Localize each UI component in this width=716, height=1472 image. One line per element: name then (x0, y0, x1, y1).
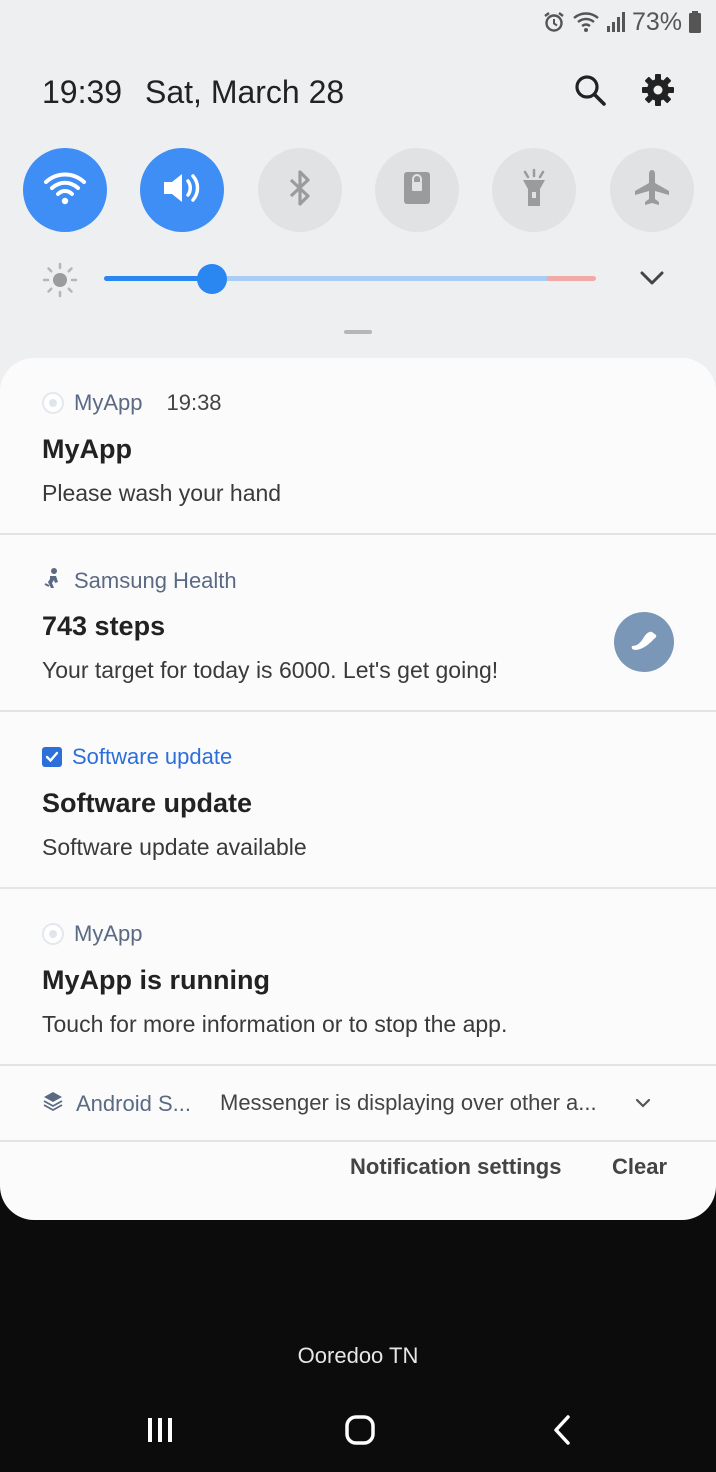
wifi-toggle[interactable] (23, 148, 107, 232)
lock-icon (402, 170, 432, 211)
steps-action-button[interactable] (614, 612, 674, 672)
recents-button[interactable] (130, 1408, 190, 1456)
home-icon (344, 1414, 376, 1451)
signal-icon (606, 11, 626, 33)
notification-card[interactable]: Software update Software update Software… (0, 712, 716, 889)
notification-card[interactable]: Samsung Health 743 steps Your target for… (0, 535, 716, 712)
notification-app-name: Software update (72, 744, 233, 769)
airplane-icon (632, 168, 672, 213)
notification-card[interactable]: MyApp MyApp is running Touch for more in… (0, 889, 716, 1066)
app-circle-icon (42, 392, 64, 414)
date: Sat, March 28 (145, 74, 345, 110)
flashlight-toggle[interactable] (492, 148, 576, 232)
clear-button[interactable]: Clear (612, 1154, 667, 1180)
notification-text: Please wash your hand (42, 480, 282, 506)
flashlight-icon (519, 168, 549, 213)
chevron-down-icon[interactable] (634, 1096, 652, 1114)
notification-header: MyApp 19:38 (42, 390, 222, 416)
notification-header: Software update (42, 744, 232, 770)
shoe-icon (628, 626, 660, 659)
checkbox-icon (42, 747, 62, 767)
bluetooth-toggle[interactable] (258, 148, 342, 232)
bluetooth-icon (285, 169, 315, 212)
notification-title: MyApp (42, 434, 132, 464)
notification-header: MyApp (42, 921, 142, 947)
battery-percent: 73% (631, 7, 682, 36)
battery-icon (688, 10, 702, 34)
notification-app-name: Samsung Health (74, 568, 237, 593)
notification-app-name: MyApp (74, 390, 143, 415)
notification-title: Software update (42, 788, 253, 818)
notification-card[interactable]: MyApp 19:38 MyApp Please wash your hand (0, 358, 716, 535)
collapsed-notification[interactable]: Android S... Messenger is displaying ove… (0, 1066, 716, 1142)
notification-header: Samsung Health (42, 567, 237, 595)
notification-text: Your target for today is 6000. Let's get… (42, 657, 499, 683)
expand-quick-settings-button[interactable] (636, 264, 668, 296)
brightness-icon (42, 262, 78, 303)
home-button[interactable] (330, 1408, 390, 1456)
sound-toggle[interactable] (140, 148, 224, 232)
status-bar: 73% (542, 8, 702, 36)
notification-text: Messenger is displaying over other a... (220, 1090, 597, 1115)
rotation-lock-toggle[interactable] (375, 148, 459, 232)
gear-icon (641, 73, 675, 112)
back-button[interactable] (532, 1408, 592, 1456)
notification-settings-button[interactable]: Notification settings (350, 1154, 561, 1180)
samsung-health-icon (42, 567, 64, 595)
notification-title: MyApp is running (42, 965, 270, 995)
speaker-icon (160, 170, 204, 211)
alarm-icon (542, 10, 566, 34)
search-button[interactable] (568, 70, 612, 114)
airplane-mode-toggle[interactable] (610, 148, 694, 232)
clock: 19:39 (42, 74, 123, 110)
recents-icon (145, 1416, 175, 1449)
chevron-down-icon (639, 270, 665, 291)
notification-time: 19:38 (166, 390, 222, 415)
notification-text: Software update available (42, 834, 307, 860)
android-system-icon (42, 1090, 64, 1118)
notification-title: 743 steps (42, 611, 166, 641)
wifi-icon (43, 170, 87, 211)
notification-panel: MyApp 19:38 MyApp Please wash your hand … (0, 358, 716, 1220)
wifi-call-icon (572, 10, 600, 34)
notification-text: Touch for more information or to stop th… (42, 1011, 508, 1037)
notification-app-name: Android S... (76, 1091, 191, 1116)
app-circle-icon (42, 923, 64, 945)
search-icon (573, 73, 607, 112)
settings-button[interactable] (636, 70, 680, 114)
panel-drag-handle[interactable] (344, 330, 372, 334)
brightness-slider-fill (104, 276, 213, 281)
carrier-label: Ooredoo TN (297, 1343, 419, 1368)
back-icon (551, 1414, 573, 1451)
notification-header: Android S... (42, 1090, 191, 1118)
notification-app-name: MyApp (74, 921, 143, 946)
